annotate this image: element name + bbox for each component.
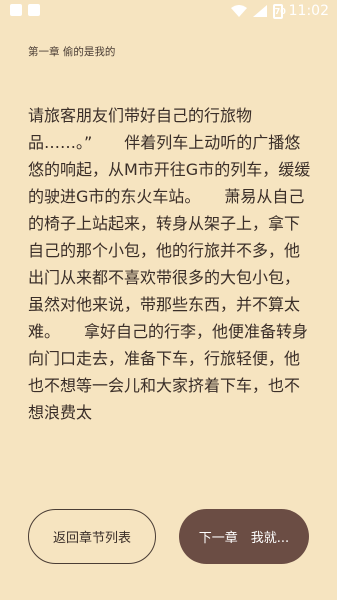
- notification-icon: [10, 4, 22, 16]
- wifi-icon: [230, 5, 247, 17]
- image-icon: [28, 4, 40, 16]
- status-time: 11:02: [288, 3, 329, 19]
- battery-icon: 70: [272, 3, 286, 19]
- chapter-title: 第一章 偷的是我的: [28, 46, 116, 58]
- back-to-chapter-list-button[interactable]: 返回章节列表: [28, 509, 156, 564]
- status-bar: 70 11:02: [0, 0, 337, 24]
- next-chapter-button[interactable]: 下一章 我就...: [179, 509, 309, 564]
- status-right: 70 11:02: [230, 3, 329, 19]
- reader-body-text: 请旅客朋友们带好自己的行旅物品……。” 伴着列车上动听的广播悠悠的响起，从M市开…: [28, 106, 311, 422]
- status-left: [10, 4, 40, 16]
- signal-icon: [252, 5, 267, 17]
